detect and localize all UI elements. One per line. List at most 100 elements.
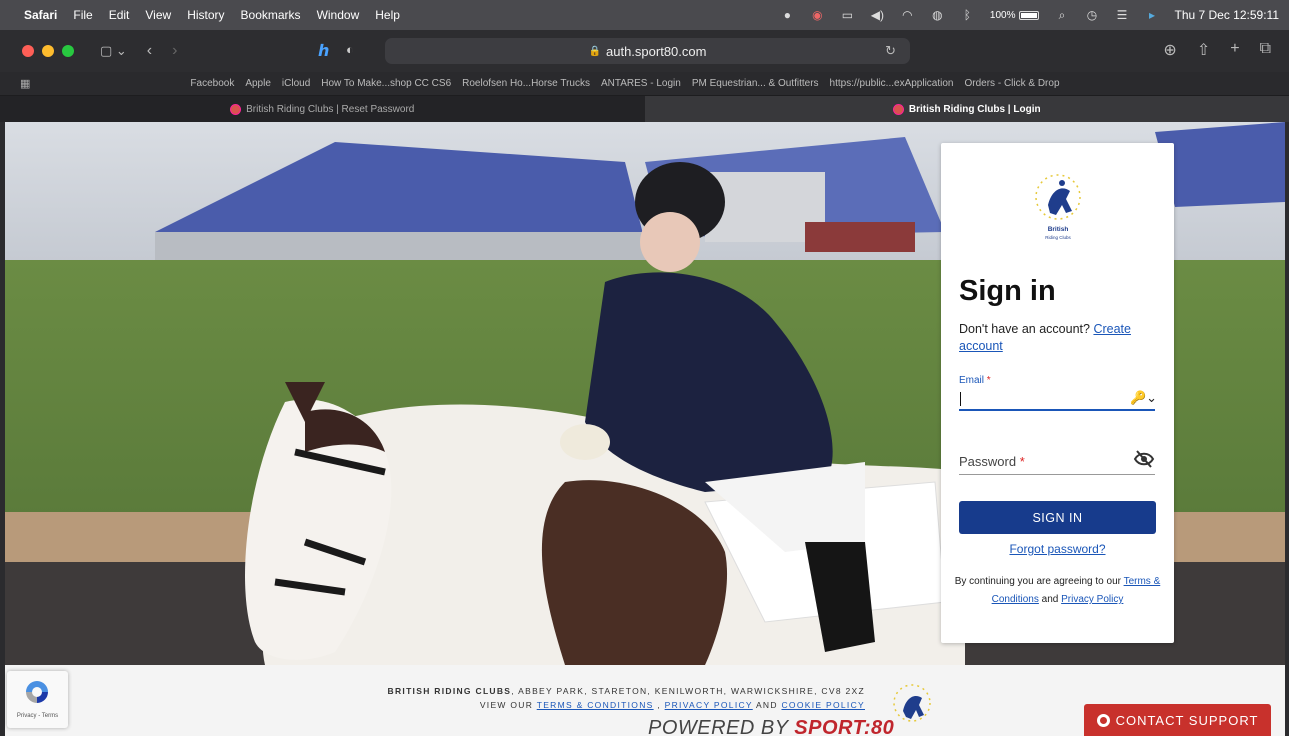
favorite-link[interactable]: Apple (245, 78, 271, 89)
zoom-window-button[interactable] (62, 45, 74, 57)
lock-icon: 🔒 (588, 45, 601, 57)
footer-line-1: BRITISH RIDING CLUBS, ABBEY PARK, STARET… (335, 684, 865, 698)
key-icon[interactable]: 🔑⌄ (1130, 390, 1157, 406)
window-controls (22, 45, 74, 57)
forward-icon[interactable]: › (172, 42, 177, 60)
minimize-window-button[interactable] (42, 45, 54, 57)
favorites-bar: ▦ Facebook Apple iCloud How To Make...sh… (0, 72, 1289, 96)
agree-and: and (1041, 594, 1059, 605)
powered-by-sport80[interactable]: POWERED BY SPORT:80 (648, 717, 894, 736)
tab-title: British Riding Clubs | Login (908, 103, 1041, 115)
footer-brc-logo (893, 684, 931, 722)
logo-line-1: British (1048, 226, 1069, 233)
status-icon[interactable]: ● (780, 8, 795, 23)
favorite-link[interactable]: Orders - Click & Drop (965, 78, 1060, 89)
search-icon[interactable]: ⌕ (1054, 8, 1069, 23)
favorite-link[interactable]: ANTARES - Login (601, 78, 681, 89)
menu-edit[interactable]: Edit (109, 8, 130, 22)
menu-app-name[interactable]: Safari (24, 8, 57, 22)
menu-window[interactable]: Window (317, 8, 360, 22)
browser-toolbar: ▢ ⌄ ‹ › ℎ ◐ 🔒 auth.sport80.com ↻ ⊕ ⇧ + ⧉ (0, 30, 1289, 72)
close-window-button[interactable] (22, 45, 34, 57)
favorite-link[interactable]: https://public...exApplication (830, 78, 954, 89)
chrome-icon[interactable]: ◉ (810, 8, 825, 23)
menu-bar: Safari File Edit View History Bookmarks … (0, 0, 1289, 30)
footer-line-2: VIEW OUR TERMS & CONDITIONS , PRIVACY PO… (335, 698, 865, 712)
sign-in-button[interactable]: SIGN IN (959, 501, 1156, 534)
recaptcha-links[interactable]: Privacy - Terms (7, 713, 68, 719)
tab-login[interactable]: British Riding Clubs | Login (644, 96, 1289, 122)
clock[interactable]: Thu 7 Dec 12:59:11 (1174, 8, 1279, 22)
footer-terms-link[interactable]: TERMS & CONDITIONS (537, 700, 654, 710)
favorite-link[interactable]: Roelofsen Ho...Horse Trucks (462, 78, 590, 89)
powered-prefix: POWERED BY (648, 717, 789, 736)
footer-cookie-link[interactable]: COOKIE POLICY (781, 700, 865, 710)
address-bar[interactable]: 🔒 auth.sport80.com ↻ (385, 38, 910, 64)
download-icon[interactable]: ⊕ (1163, 40, 1176, 60)
web-page: British Riding Clubs Sign in Don't have … (5, 122, 1285, 736)
sign-in-card: British Riding Clubs Sign in Don't have … (941, 143, 1174, 643)
url-text: auth.sport80.com (606, 43, 707, 59)
no-account-prompt: Don't have an account? (959, 322, 1090, 336)
battery-icon (1019, 10, 1040, 20)
favorite-link[interactable]: How To Make...shop CC CS6 (321, 78, 451, 89)
favorites-grid-icon[interactable]: ▦ (20, 77, 30, 90)
eye-off-icon[interactable] (1133, 449, 1155, 469)
sidebar-icon[interactable]: ▢ ⌄ (100, 43, 127, 59)
privacy-policy-link[interactable]: Privacy Policy (1061, 594, 1123, 605)
volume-icon[interactable]: ◀) (870, 8, 885, 23)
no-account-text: Don't have an account? Create account (959, 321, 1159, 355)
password-field[interactable] (959, 447, 1155, 475)
site-favicon-icon (892, 103, 904, 115)
screen-mirror-icon[interactable]: ▭ (840, 8, 855, 23)
airdrop-icon[interactable]: ◍ (930, 8, 945, 23)
battery-percent: 100% (989, 9, 1016, 21)
footer-privacy-link[interactable]: PRIVACY POLICY (665, 700, 753, 710)
footer-comma: , (657, 700, 661, 710)
share-icon[interactable]: ⇧ (1197, 40, 1210, 60)
powered-brand: SPORT:80 (794, 717, 895, 736)
control-center-icon[interactable]: ☰ (1114, 8, 1129, 23)
new-tab-icon[interactable]: + (1230, 40, 1239, 60)
wifi-icon[interactable]: ◠ (900, 8, 915, 23)
footer-and: AND (755, 700, 778, 710)
bluetooth-icon[interactable]: ᛒ (960, 8, 975, 23)
recaptcha-badge[interactable]: Privacy - Terms (7, 671, 68, 728)
time-machine-icon[interactable]: ◷ (1084, 8, 1099, 23)
menu-file[interactable]: File (73, 8, 92, 22)
logo-line-2: Riding Clubs (1045, 235, 1071, 240)
email-field[interactable] (959, 385, 1155, 411)
footer-address: BRITISH RIDING CLUBS, ABBEY PARK, STARET… (335, 684, 865, 712)
extension-icon[interactable]: ℎ (318, 41, 329, 61)
menu-view[interactable]: View (145, 8, 171, 22)
terms-agreement-text: By continuing you are agreeing to our Te… (953, 573, 1162, 609)
footer-address-text: , ABBEY PARK, STARETON, KENILWORTH, WARW… (511, 686, 865, 696)
tab-reset-password[interactable]: British Riding Clubs | Reset Password (0, 96, 645, 122)
lifebuoy-icon (1096, 713, 1110, 727)
contact-support-label: CONTACT SUPPORT (1115, 712, 1259, 728)
battery-indicator[interactable]: 100% (990, 10, 1040, 21)
back-icon[interactable]: ‹ (147, 42, 152, 60)
menu-bookmarks[interactable]: Bookmarks (241, 8, 301, 22)
text-caret (960, 392, 961, 406)
agree-prefix: By continuing you are agreeing to our (954, 576, 1121, 587)
menu-history[interactable]: History (187, 8, 224, 22)
shield-icon[interactable]: ◐ (346, 42, 354, 57)
recaptcha-icon (26, 681, 48, 703)
tabs-overview-icon[interactable]: ⧉ (1260, 40, 1271, 60)
favorite-link[interactable]: Facebook (190, 78, 234, 89)
site-favicon-icon (230, 103, 242, 115)
flag-icon[interactable]: ▸ (1144, 8, 1159, 23)
british-riding-clubs-logo: British Riding Clubs (1035, 174, 1081, 240)
footer-org: BRITISH RIDING CLUBS (387, 686, 512, 696)
contact-support-button[interactable]: CONTACT SUPPORT (1084, 704, 1271, 736)
reload-icon[interactable]: ↻ (885, 43, 896, 59)
favorite-link[interactable]: PM Equestrian... & Outfitters (692, 78, 819, 89)
forgot-password-link[interactable]: Forgot password? (1009, 542, 1105, 556)
favorite-link[interactable]: iCloud (282, 78, 310, 89)
menu-help[interactable]: Help (375, 8, 400, 22)
page-footer: Privacy - Terms BRITISH RIDING CLUBS, AB… (5, 665, 1285, 736)
tab-title: British Riding Clubs | Reset Password (246, 103, 415, 115)
page-title: Sign in (959, 275, 1056, 307)
forgot-password-row: Forgot password? (941, 542, 1174, 556)
